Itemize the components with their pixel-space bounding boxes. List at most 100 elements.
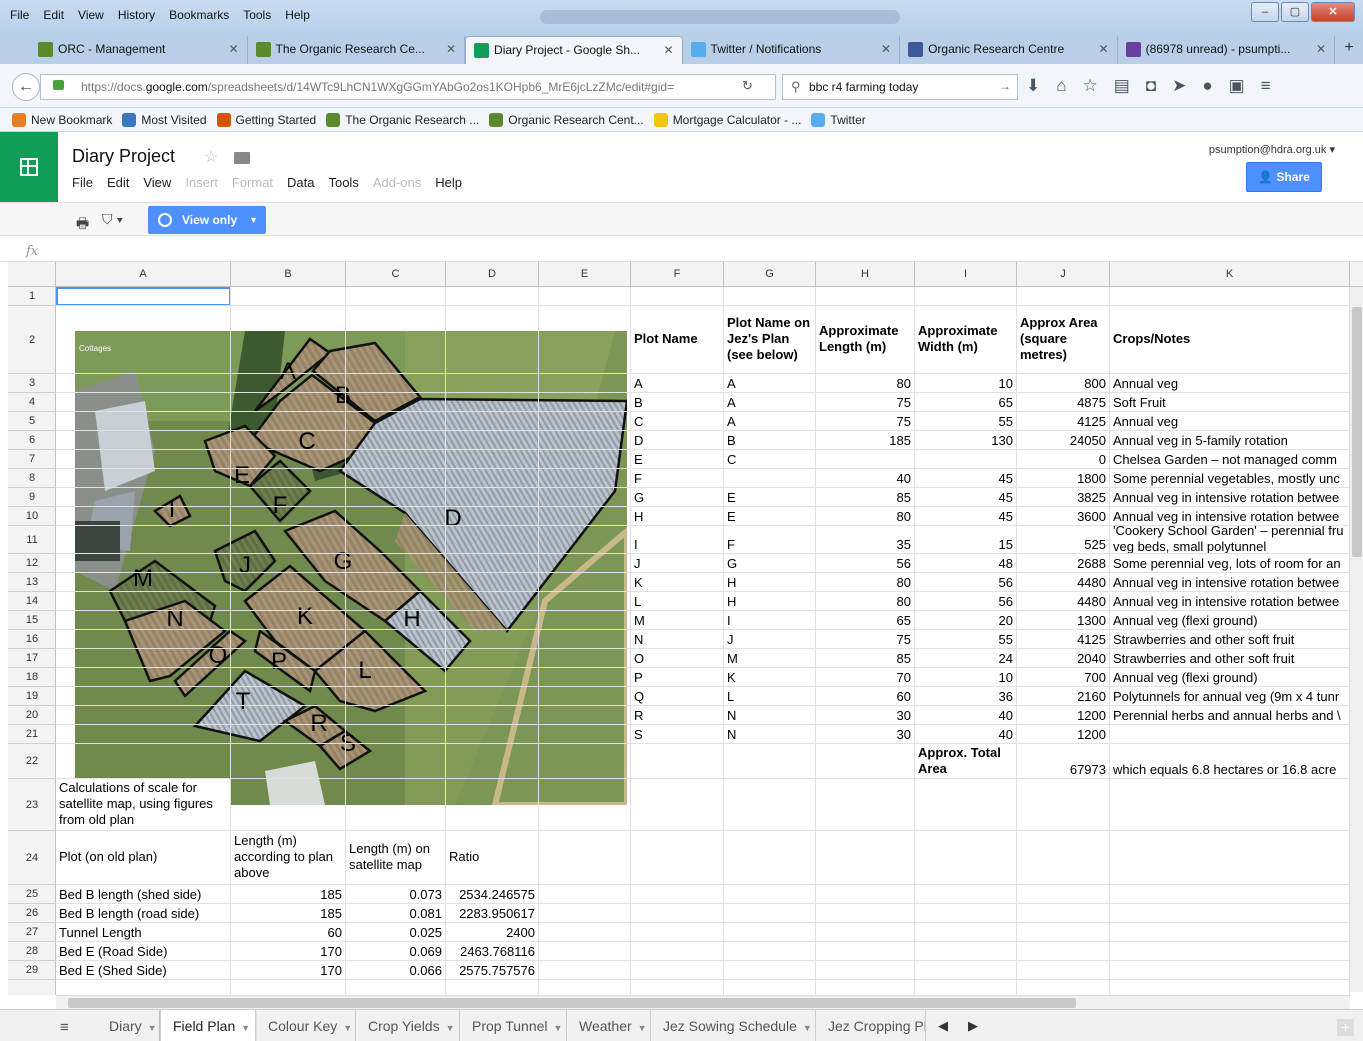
scale-table-cell[interactable]: 0.081 bbox=[346, 904, 445, 922]
sheet-tab-field-plan[interactable]: Field Plan ▼ bbox=[160, 1010, 256, 1041]
plot-table-cell[interactable]: 1200 bbox=[1017, 706, 1109, 724]
column-header[interactable]: H bbox=[816, 262, 915, 287]
scale-table-cell[interactable]: 0.073 bbox=[346, 885, 445, 903]
plot-table-cell[interactable]: 30 bbox=[816, 706, 914, 724]
plot-table-cell[interactable]: Annual veg in 5-family rotation bbox=[1110, 431, 1349, 449]
plot-table-cell[interactable]: I bbox=[724, 611, 815, 629]
all-sheets-icon[interactable]: ≡ bbox=[60, 1019, 69, 1036]
plot-table-cell[interactable]: Annual veg bbox=[1110, 412, 1349, 430]
plot-table-cell[interactable]: 4125 bbox=[1017, 630, 1109, 648]
plot-table-header[interactable]: Plot Name on Jez's Plan (see below) bbox=[724, 306, 815, 373]
close-tab-icon[interactable]: ✕ bbox=[1099, 42, 1109, 56]
row-header[interactable]: 8 bbox=[8, 469, 56, 488]
plot-table-cell[interactable]: 48 bbox=[915, 554, 1016, 572]
plot-table-cell[interactable]: K bbox=[631, 573, 723, 591]
plot-table-cell[interactable]: 0 bbox=[1017, 450, 1109, 468]
search-go-icon[interactable]: → bbox=[999, 79, 1011, 93]
sheet-tab-colour-key[interactable]: Colour Key ▼ bbox=[256, 1010, 356, 1041]
column-header[interactable]: J bbox=[1017, 262, 1110, 287]
plot-table-cell[interactable]: O bbox=[631, 649, 723, 667]
row-header[interactable]: 29 bbox=[8, 961, 56, 980]
plot-table-cell[interactable]: 80 bbox=[816, 573, 914, 591]
browser-tab[interactable]: Organic Research Centre ✕ bbox=[900, 36, 1118, 64]
column-header[interactable]: B bbox=[231, 262, 346, 287]
browser-menu-view[interactable]: View bbox=[78, 8, 104, 22]
plot-table-cell[interactable] bbox=[915, 450, 1016, 468]
plot-table-cell[interactable]: 85 bbox=[816, 488, 914, 506]
row-header[interactable]: 5 bbox=[8, 412, 56, 431]
select-all-corner[interactable] bbox=[8, 262, 56, 287]
browser-tab[interactable]: Twitter / Notifications ✕ bbox=[683, 36, 901, 64]
plot-table-cell[interactable] bbox=[1110, 725, 1349, 743]
plot-table-cell[interactable]: Soft Fruit bbox=[1110, 393, 1349, 411]
sheets-menu-view[interactable]: View bbox=[143, 175, 171, 190]
plot-table-cell[interactable]: 30 bbox=[816, 725, 914, 743]
plot-table-cell[interactable]: Chelsea Garden – not managed comm bbox=[1110, 450, 1349, 468]
row-header[interactable]: 21 bbox=[8, 725, 56, 744]
plot-table-cell[interactable]: 56 bbox=[816, 554, 914, 572]
scale-table-cell[interactable]: 0.066 bbox=[346, 961, 445, 979]
plot-table-cell[interactable]: 40 bbox=[816, 469, 914, 487]
browser-tab[interactable]: ORC - Management ✕ bbox=[30, 36, 248, 64]
plot-table-cell[interactable]: C bbox=[724, 450, 815, 468]
plot-table-header[interactable]: Plot Name bbox=[631, 306, 723, 373]
row-header[interactable]: 25 bbox=[8, 885, 56, 904]
menu-icon[interactable]: ≡ bbox=[1261, 76, 1271, 96]
scale-table-cell[interactable]: 0.025 bbox=[346, 923, 445, 941]
row-header[interactable]: 23 bbox=[8, 779, 56, 831]
bookmark-item[interactable]: Twitter bbox=[811, 112, 866, 127]
plot-table-cell[interactable]: Annual veg in intensive rotation betwee bbox=[1110, 573, 1349, 591]
close-tab-icon[interactable]: ✕ bbox=[1316, 42, 1326, 56]
plot-table-cell[interactable]: Q bbox=[631, 687, 723, 705]
browser-tab[interactable]: Diary Project - Google Sh... ✕ bbox=[465, 36, 683, 64]
plot-table-cell[interactable]: A bbox=[631, 374, 723, 392]
close-window-button[interactable]: ✕ bbox=[1311, 2, 1355, 22]
minimize-button[interactable]: – bbox=[1251, 2, 1279, 22]
plot-table-cell[interactable]: C bbox=[631, 412, 723, 430]
row-header[interactable]: 1 bbox=[8, 287, 56, 306]
plot-table-cell[interactable]: Annual veg (flexi ground) bbox=[1110, 611, 1349, 629]
sheet-tab-diary[interactable]: Diary ▼ bbox=[97, 1010, 160, 1041]
plot-table-cell[interactable]: N bbox=[724, 725, 815, 743]
bookmark-star-icon[interactable]: ☆ bbox=[1083, 76, 1098, 96]
chevron-down-icon[interactable]: ▼ bbox=[638, 1023, 647, 1033]
plot-table-cell[interactable]: E bbox=[724, 488, 815, 506]
plot-table-cell[interactable]: M bbox=[631, 611, 723, 629]
browser-menu-help[interactable]: Help bbox=[285, 8, 310, 22]
plot-table-cell[interactable]: 80 bbox=[816, 592, 914, 610]
plot-table-cell[interactable]: Annual veg in intensive rotation betwee bbox=[1110, 488, 1349, 506]
row-header[interactable]: 27 bbox=[8, 923, 56, 942]
row-header[interactable]: 20 bbox=[8, 706, 56, 725]
plot-table-cell[interactable]: 2040 bbox=[1017, 649, 1109, 667]
horizontal-scrollbar[interactable] bbox=[56, 995, 1350, 1009]
plot-table-cell[interactable]: E bbox=[724, 507, 815, 525]
plot-table-cell[interactable]: G bbox=[631, 488, 723, 506]
plot-table-cell[interactable]: 15 bbox=[915, 526, 1016, 553]
plot-table-cell[interactable]: 525 bbox=[1017, 526, 1109, 553]
plot-table-cell[interactable]: G bbox=[724, 554, 815, 572]
plot-table-cell[interactable]: 1200 bbox=[1017, 725, 1109, 743]
plot-table-cell[interactable]: 4875 bbox=[1017, 393, 1109, 411]
row-header[interactable]: 17 bbox=[8, 649, 56, 668]
chevron-down-icon[interactable]: ▼ bbox=[148, 1023, 157, 1033]
plot-table-cell[interactable]: 2160 bbox=[1017, 687, 1109, 705]
tab-scroll-left-icon[interactable]: ◀ bbox=[938, 1018, 948, 1034]
sheet-tab-jez-sowing-schedule[interactable]: Jez Sowing Schedule ▼ bbox=[651, 1010, 816, 1041]
column-header[interactable]: A bbox=[56, 262, 231, 287]
plot-table-cell[interactable]: 80 bbox=[816, 507, 914, 525]
bookmark-item[interactable]: Mortgage Calculator - ... bbox=[653, 112, 801, 127]
total-area-note[interactable]: which equals 6.8 hectares or 16.8 acre bbox=[1110, 744, 1349, 778]
row-header[interactable]: 7 bbox=[8, 450, 56, 469]
plot-table-cell[interactable]: 3825 bbox=[1017, 488, 1109, 506]
plot-table-header[interactable]: Crops/Notes bbox=[1110, 306, 1349, 373]
plot-table-cell[interactable]: A bbox=[724, 412, 815, 430]
row-header[interactable]: 24 bbox=[8, 831, 56, 885]
sheets-menu-edit[interactable]: Edit bbox=[107, 175, 129, 190]
add-sheet-button[interactable]: + bbox=[1337, 1019, 1354, 1036]
sync-icon[interactable]: ▣ bbox=[1229, 76, 1245, 96]
browser-menu-tools[interactable]: Tools bbox=[243, 8, 271, 22]
plot-table-cell[interactable]: 40 bbox=[915, 725, 1016, 743]
row-header[interactable]: 10 bbox=[8, 507, 56, 526]
sheet-tab-crop-yields[interactable]: Crop Yields ▼ bbox=[356, 1010, 460, 1041]
column-header[interactable]: G bbox=[724, 262, 816, 287]
